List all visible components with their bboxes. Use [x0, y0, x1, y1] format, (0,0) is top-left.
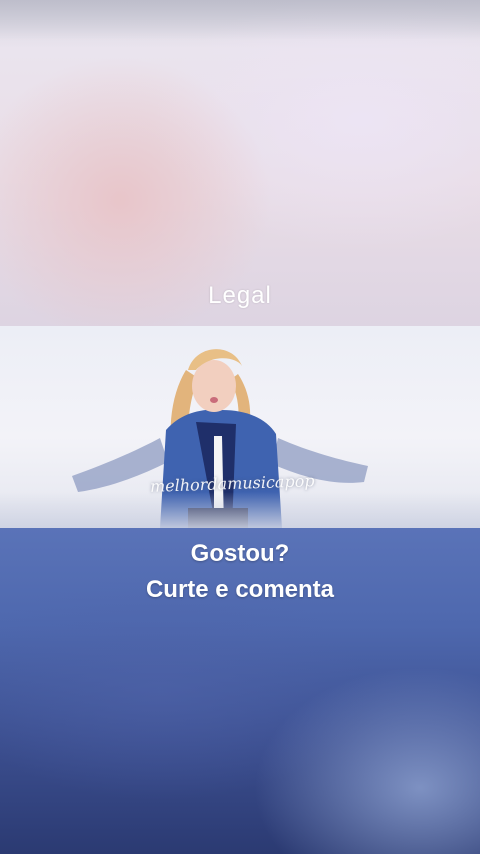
stage-floor — [0, 492, 480, 528]
video-frame[interactable]: melhordamusicapop — [0, 326, 480, 528]
story-caption: Legal — [208, 282, 272, 309]
cta-instruction: Curte e comenta — [145, 576, 335, 603]
cta-question: Gostou? — [190, 540, 290, 567]
blurred-background-top — [0, 0, 480, 326]
